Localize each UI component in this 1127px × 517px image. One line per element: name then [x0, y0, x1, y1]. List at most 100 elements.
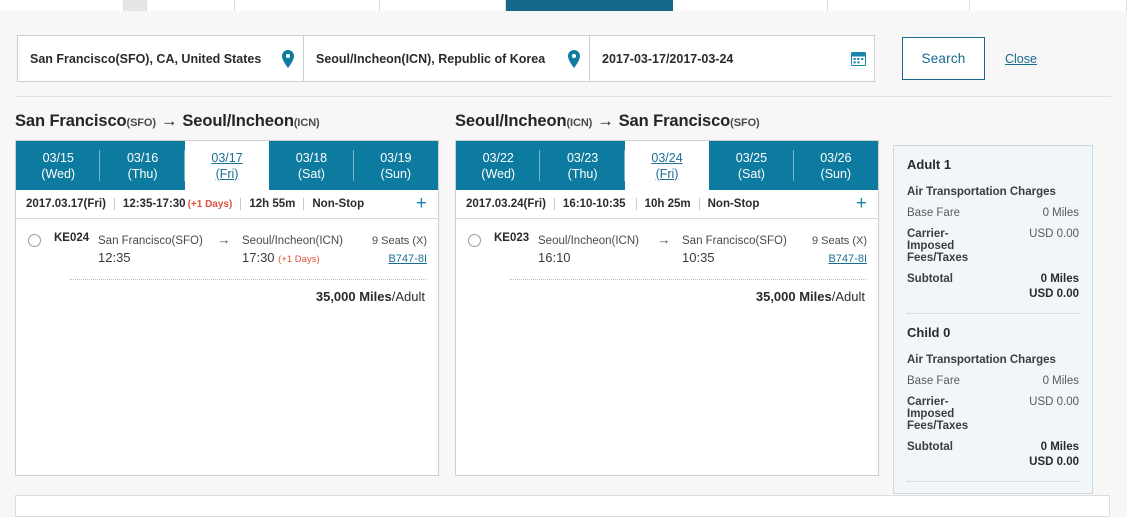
subtotal-miles: 0 Miles — [1040, 441, 1079, 453]
outbound-from-city: San Francisco — [15, 112, 127, 130]
divider — [240, 198, 242, 210]
carrier-fees-amount: USD 0.00 — [1029, 396, 1079, 408]
date-tab[interactable]: 03/25 (Sat) — [709, 141, 795, 190]
search-bar: San Francisco(SFO), CA, United States Se… — [17, 35, 1110, 82]
leg-arrow-icon: → — [657, 232, 671, 247]
close-link[interactable]: Close — [1005, 52, 1037, 66]
divider — [635, 198, 637, 210]
date-tab-date: 03/19 — [380, 150, 412, 165]
leg-arrow-icon: → — [217, 232, 231, 247]
base-fare-row: Base Fare 0 Miles — [907, 207, 1079, 219]
date-tab[interactable]: 03/26 (Sun) — [794, 141, 878, 190]
summary-stops: Non-Stop — [707, 198, 760, 210]
summary-date: 2017.03.17(Fri) — [26, 198, 106, 210]
fare-group-adult: Adult 1 Air Transportation Charges Base … — [907, 157, 1079, 300]
map-pin-icon[interactable] — [281, 49, 295, 68]
map-pin-icon[interactable] — [567, 49, 581, 68]
subtotal-usd: USD 0.00 — [1029, 456, 1079, 468]
charges-section-label: Air Transportation Charges — [907, 186, 1056, 198]
arrival-city: San Francisco(SFO) — [682, 235, 787, 247]
date-tab[interactable]: 03/18 (Sat) — [269, 141, 355, 190]
outbound-to-city: Seoul/Incheon — [182, 112, 294, 130]
divider — [303, 198, 305, 210]
plus-icon[interactable]: + — [856, 194, 867, 213]
date-tab[interactable]: 03/19 (Sun) — [354, 141, 438, 190]
date-tab-day: (Sat) — [297, 166, 325, 181]
return-results-card: 03/22 (Wed) 03/23 (Thu) 03/24 (Fri) 03/2… — [455, 140, 879, 476]
aircraft-link[interactable]: B747-8I — [828, 253, 867, 265]
flight-select-radio[interactable] — [468, 234, 481, 247]
summary-times: 12:35-17:30 — [122, 198, 186, 210]
tab-strip-item[interactable] — [147, 0, 235, 11]
aircraft-link[interactable]: B747-8I — [388, 253, 427, 265]
flight-select-radio[interactable] — [28, 234, 41, 247]
carrier-fees-row: Carrier-Imposed Fees/Taxes USD 0.00 — [907, 228, 1079, 264]
return-flight-row[interactable]: KE023 Seoul/Incheon(ICN) 16:10 → San Fra… — [456, 219, 878, 267]
subtotal-label: Subtotal — [907, 273, 953, 285]
seat-availability: 9 Seats (X) B747-8I — [790, 231, 867, 267]
carrier-fees-row: Carrier-Imposed Fees/Taxes USD 0.00 — [907, 396, 1079, 432]
subtotal-miles: 0 Miles — [1040, 273, 1079, 285]
departure-leg: Seoul/Incheon(ICN) 16:10 — [538, 231, 646, 267]
outbound-date-tabs: 03/15 (Wed) 03/16 (Thu) 03/17 (Fri) 03/1… — [16, 141, 438, 190]
date-tab-date: 03/15 — [42, 150, 74, 165]
date-tab-selected[interactable]: 03/17 (Fri) — [184, 141, 270, 190]
summary-times: 16:10-10:35 — [562, 198, 626, 210]
route-arrow-icon: → — [160, 112, 178, 130]
tab-strip-item[interactable] — [673, 0, 828, 11]
arrival-time-value: 10:35 — [682, 250, 715, 265]
outbound-summary-bar: 2017.03.17(Fri) 12:35-17:30 (+1 Days) 12… — [16, 190, 438, 219]
top-tab-strip[interactable] — [0, 0, 1127, 11]
outbound-flight-row[interactable]: KE024 San Francisco(SFO) 12:35 → Seoul/I… — [16, 219, 438, 267]
arrival-time: 17:30 (+1 Days) — [242, 250, 320, 265]
date-tab-day: (Thu) — [567, 166, 598, 181]
summary-duration: 12h 55m — [249, 198, 296, 210]
subtotal-amount: 0 Miles USD 0.00 — [1029, 441, 1079, 468]
date-tab-date: 03/25 — [735, 150, 768, 165]
carrier-fees-label: Carrier-Imposed Fees/Taxes — [907, 228, 969, 264]
date-tab[interactable]: 03/15 (Wed) — [16, 141, 101, 190]
tab-strip-item[interactable] — [235, 0, 380, 11]
calendar-icon[interactable] — [851, 51, 866, 66]
miles-unit: /Adult — [391, 289, 425, 304]
date-tab-day: (Wed) — [41, 166, 76, 181]
charges-section-label: Air Transportation Charges — [907, 354, 1056, 366]
date-tab[interactable]: 03/23 (Thu) — [540, 141, 626, 190]
plus-icon[interactable]: + — [416, 194, 427, 213]
base-fare-amount: 0 Miles — [1042, 207, 1079, 219]
date-tab-date: 03/24 — [651, 150, 683, 165]
outbound-from-code: (SFO) — [126, 117, 157, 129]
tab-strip-item[interactable] — [0, 0, 124, 11]
destination-field[interactable]: Seoul/Incheon(ICN), Republic of Korea — [304, 36, 590, 81]
date-tab[interactable]: 03/22 (Wed) — [456, 141, 541, 190]
tab-strip-item-active[interactable] — [506, 0, 673, 11]
flight-number: KE024 — [54, 232, 90, 244]
tab-strip-item[interactable] — [828, 0, 970, 11]
base-fare-label: Base Fare — [907, 207, 961, 219]
departure-time: 12:35 — [98, 250, 131, 265]
date-tab-day: (Fri) — [215, 166, 239, 181]
miles-unit: /Adult — [831, 289, 865, 304]
date-tab-day: (Sat) — [737, 166, 765, 181]
bottom-partial-panel — [15, 495, 1110, 517]
date-tab-date: 03/18 — [295, 150, 328, 165]
date-range-field[interactable]: 2017-03-17/2017-03-24 — [590, 36, 874, 81]
carrier-fees-amount: USD 0.00 — [1029, 228, 1079, 240]
search-button[interactable]: Search — [902, 37, 985, 80]
date-tab-day: (Sun) — [820, 166, 852, 181]
outbound-miles-total: 35,000 Miles/Adult — [16, 280, 438, 304]
miles-value: 35,000 Miles — [755, 289, 832, 304]
origin-field[interactable]: San Francisco(SFO), CA, United States — [18, 36, 304, 81]
base-fare-label: Base Fare — [907, 375, 961, 387]
departure-city: San Francisco(SFO) — [98, 235, 203, 247]
tab-strip-item[interactable] — [380, 0, 506, 11]
tab-strip-item[interactable] — [124, 0, 147, 11]
search-divider — [16, 96, 1111, 97]
carrier-fees-label: Carrier-Imposed Fees/Taxes — [907, 396, 969, 432]
tab-strip-item[interactable] — [970, 0, 1127, 11]
date-tab-selected[interactable]: 03/24 (Fri) — [624, 141, 710, 190]
fare-group-child: Child 0 Air Transportation Charges Base … — [907, 325, 1079, 468]
date-tab[interactable]: 03/16 (Thu) — [100, 141, 186, 190]
return-route-title: Seoul/Incheon(ICN) → San Francisco(SFO) — [455, 112, 879, 131]
return-summary-bar: 2017.03.24(Fri) 16:10-10:35 10h 25m Non-… — [456, 190, 878, 219]
